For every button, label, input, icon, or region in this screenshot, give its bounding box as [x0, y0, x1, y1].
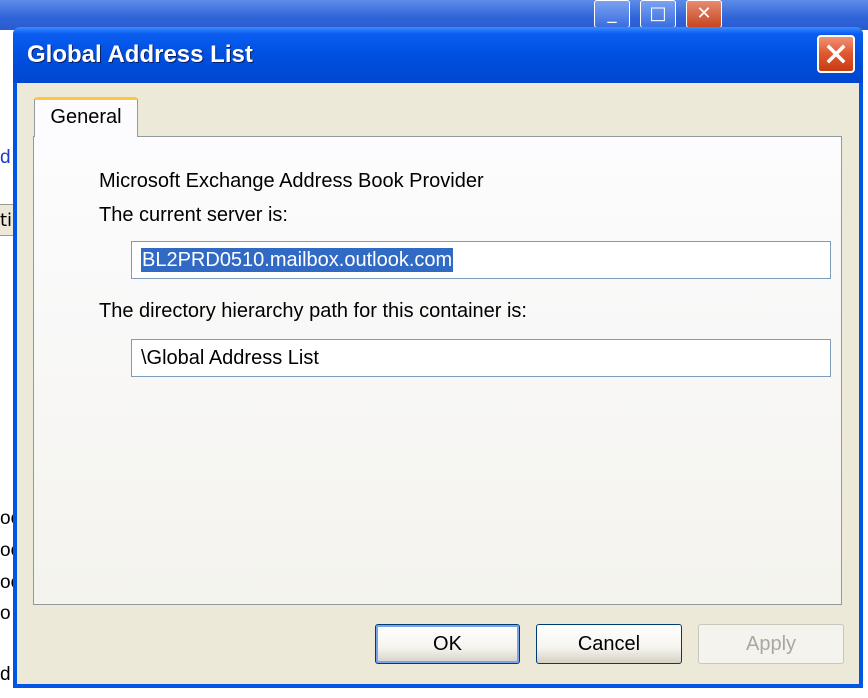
- background-text-fragment: o: [0, 603, 11, 624]
- path-field[interactable]: \Global Address List: [131, 339, 831, 377]
- apply-button[interactable]: Apply: [698, 624, 844, 664]
- dialog-title: Global Address List: [27, 41, 253, 68]
- path-value: \Global Address List: [141, 347, 319, 369]
- maximize-icon: □: [649, 3, 667, 24]
- path-label: The directory hierarchy path for this co…: [99, 300, 527, 322]
- background-link-fragment[interactable]: d: [0, 147, 11, 169]
- background-close-button[interactable]: ✕: [686, 0, 722, 28]
- server-label: The current server is:: [99, 204, 288, 226]
- global-address-list-dialog: Global Address List General Microsoft Ex…: [13, 27, 863, 688]
- ok-button[interactable]: OK: [375, 624, 520, 664]
- server-value: BL2PRD0510.mailbox.outlook.com: [141, 248, 454, 272]
- close-icon: ✕: [696, 3, 712, 24]
- background-minimize-button[interactable]: _: [594, 0, 630, 28]
- server-field[interactable]: BL2PRD0510.mailbox.outlook.com: [131, 241, 831, 279]
- provider-label: Microsoft Exchange Address Book Provider: [99, 170, 484, 192]
- background-tab-fragment[interactable]: ti: [0, 204, 14, 236]
- background-text-fragment: d: [0, 664, 11, 685]
- general-tab-panel: Microsoft Exchange Address Book Provider…: [33, 136, 842, 605]
- tab-general[interactable]: General: [34, 97, 138, 137]
- tab-general-label: General: [50, 106, 122, 128]
- dialog-client-area: General Microsoft Exchange Address Book …: [17, 83, 859, 684]
- background-maximize-button[interactable]: □: [640, 0, 676, 28]
- minimize-icon: _: [607, 3, 617, 24]
- close-icon: [826, 44, 846, 64]
- dialog-titlebar[interactable]: Global Address List: [13, 27, 863, 83]
- background-window-titlebar: [0, 0, 868, 30]
- cancel-button[interactable]: Cancel: [536, 624, 682, 664]
- dialog-close-button[interactable]: [817, 35, 855, 73]
